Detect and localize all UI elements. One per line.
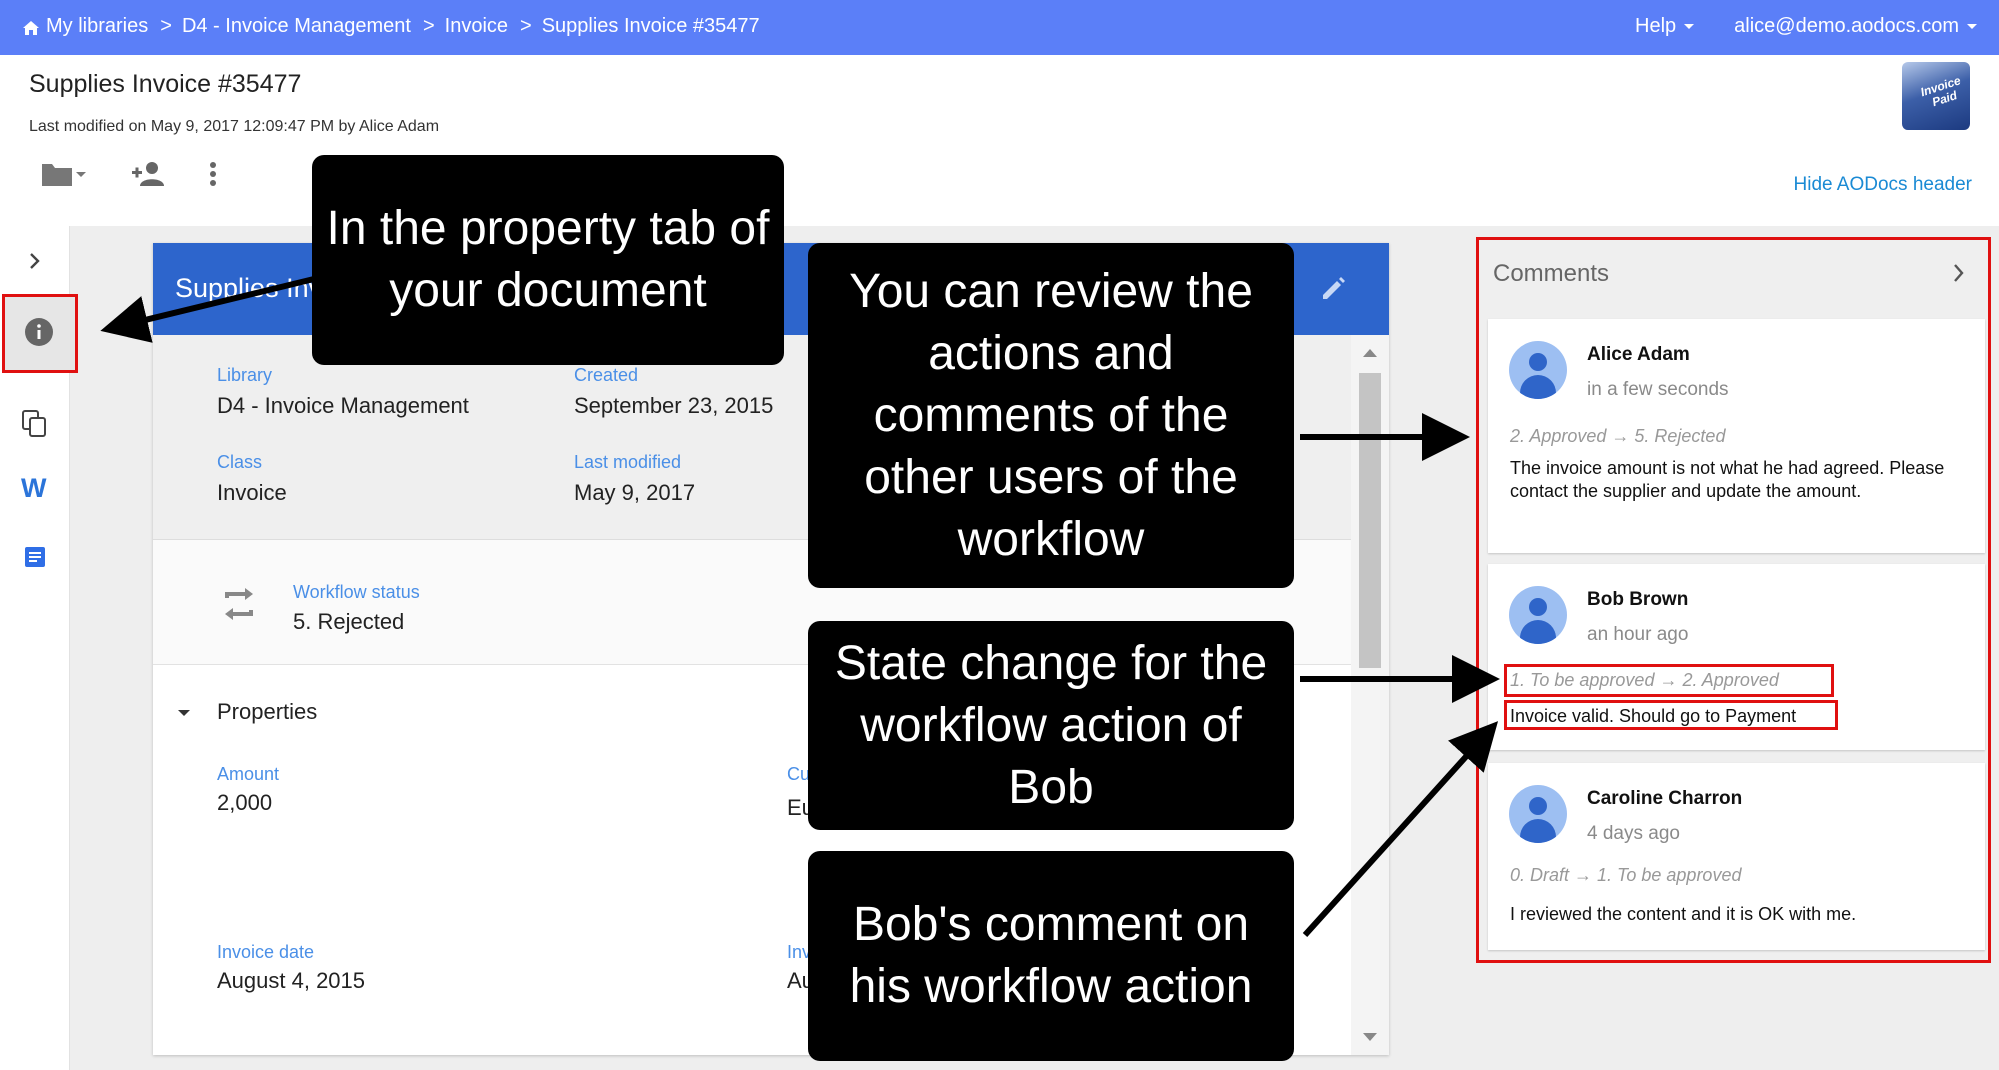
home-icon	[23, 20, 39, 35]
comment-card: Bob Brown an hour ago 1. To be approved …	[1488, 564, 1985, 750]
workflow-icon	[225, 588, 253, 620]
folder-icon	[42, 164, 72, 186]
breadcrumb: My libraries > D4 - Invoice Management >…	[22, 15, 760, 38]
breadcrumb-document[interactable]: Supplies Invoice #35477	[542, 15, 760, 38]
comments-panel: Comments Alice Adam in a few seconds 2. …	[1476, 237, 1991, 963]
last-modified-text: Last modified on May 9, 2017 12:09:47 PM…	[29, 118, 440, 135]
caret-down-icon	[1684, 24, 1695, 29]
properties-title: Properties	[217, 699, 318, 724]
avatar	[1509, 586, 1567, 644]
top-bar: My libraries > D4 - Invoice Management >…	[0, 0, 1999, 55]
library-label: Library	[217, 365, 273, 385]
callout-state-change: State change for the workflow action of …	[808, 621, 1294, 830]
last-modified-value: May 9, 2017	[574, 480, 696, 505]
breadcrumb-separator: >	[160, 15, 172, 37]
collapse-triangle-icon[interactable]	[177, 708, 191, 718]
breadcrumb-separator: >	[422, 15, 435, 37]
avatar	[1509, 341, 1567, 399]
comment-highlight	[1504, 700, 1838, 730]
chevron-right-icon[interactable]	[1952, 262, 1966, 284]
docs-icon	[25, 547, 45, 567]
comment-text: I reviewed the content and it is OK with…	[1510, 904, 1857, 924]
comment-transition: 0. Draft → 1. To be approved	[1510, 865, 1742, 885]
more-vert-icon[interactable]	[208, 160, 218, 188]
edit-icon[interactable]	[1319, 273, 1349, 303]
library-value: D4 - Invoice Management	[217, 393, 469, 418]
invoice-date-label: Invoice date	[217, 942, 315, 962]
help-menu[interactable]: Help	[1635, 15, 1695, 38]
svg-text:W: W	[21, 475, 47, 499]
caret-down-icon	[1967, 24, 1977, 29]
comment-author: Bob Brown	[1587, 589, 1689, 610]
created-label: Created	[574, 365, 639, 385]
invoice-paid-logo: Invoice Paid	[1902, 62, 1970, 130]
workflow-status-value: 5. Rejected	[293, 609, 405, 634]
scroll-up-icon[interactable]	[1363, 349, 1377, 357]
comment-time: an hour ago	[1587, 624, 1689, 645]
callout-review: You can review the actions and comments …	[808, 243, 1294, 588]
word-button[interactable]: W	[17, 469, 53, 505]
class-label: Class	[217, 452, 263, 472]
created-value: September 23, 2015	[574, 393, 774, 418]
amount-value: 2,000	[217, 790, 273, 815]
comment-card: Caroline Charron 4 days ago 0. Draft → 1…	[1488, 763, 1985, 950]
caret-down-icon	[76, 172, 86, 177]
transition-highlight	[1504, 664, 1834, 697]
document-toolbar	[40, 160, 218, 188]
comment-text: The invoice amount is not what he had ag…	[1510, 458, 1945, 501]
scrollbar-thumb[interactable]	[1359, 373, 1381, 668]
callout-bob-comment: Bob's comment on his workflow action	[808, 851, 1294, 1061]
copy-icon	[22, 410, 46, 437]
docs-button[interactable]	[17, 539, 53, 575]
expand-sidebar-button[interactable]	[17, 243, 53, 279]
invoice-date-value: August 4, 2015	[217, 968, 366, 993]
amount-label: Amount	[217, 764, 280, 784]
hide-header-link[interactable]: Hide AODocs header	[1794, 174, 1973, 196]
breadcrumb-separator: >	[520, 15, 532, 37]
comment-time: in a few seconds	[1587, 379, 1729, 400]
comments-title: Comments	[1493, 260, 1610, 287]
comment-card: Alice Adam in a few seconds 2. Approved …	[1488, 319, 1985, 553]
comment-transition: 2. Approved → 5. Rejected	[1510, 426, 1726, 446]
user-menu[interactable]: alice@demo.aodocs.com	[1734, 15, 1977, 38]
chevron-right-icon	[30, 253, 40, 269]
page-title: Supplies Invoice #35477	[29, 70, 302, 98]
info-tab-highlight[interactable]	[2, 294, 78, 373]
class-value: Invoice	[217, 480, 287, 505]
copy-button[interactable]	[17, 406, 53, 442]
breadcrumb-library[interactable]: D4 - Invoice Management	[182, 15, 411, 38]
currency-label: Cu	[787, 764, 811, 784]
scroll-down-icon[interactable]	[1363, 1033, 1377, 1041]
folder-button[interactable]	[40, 160, 88, 188]
breadcrumb-my-libraries[interactable]: My libraries	[46, 15, 148, 38]
add-person-icon[interactable]	[130, 160, 166, 188]
avatar	[1509, 785, 1567, 843]
word-icon: W	[21, 475, 47, 499]
callout-property-tab: In the property tab of your document	[312, 155, 784, 365]
info-icon	[25, 318, 53, 346]
workflow-status-label: Workflow status	[293, 582, 420, 602]
user-label: alice@demo.aodocs.com	[1734, 15, 1959, 37]
last-modified-label: Last modified	[574, 452, 682, 472]
comment-author: Caroline Charron	[1587, 788, 1743, 809]
breadcrumb-class[interactable]: Invoice	[445, 15, 508, 38]
comment-author: Alice Adam	[1587, 344, 1690, 365]
card-scrollbar[interactable]	[1351, 335, 1389, 1055]
help-label: Help	[1635, 15, 1677, 37]
comment-time: 4 days ago	[1587, 823, 1680, 844]
